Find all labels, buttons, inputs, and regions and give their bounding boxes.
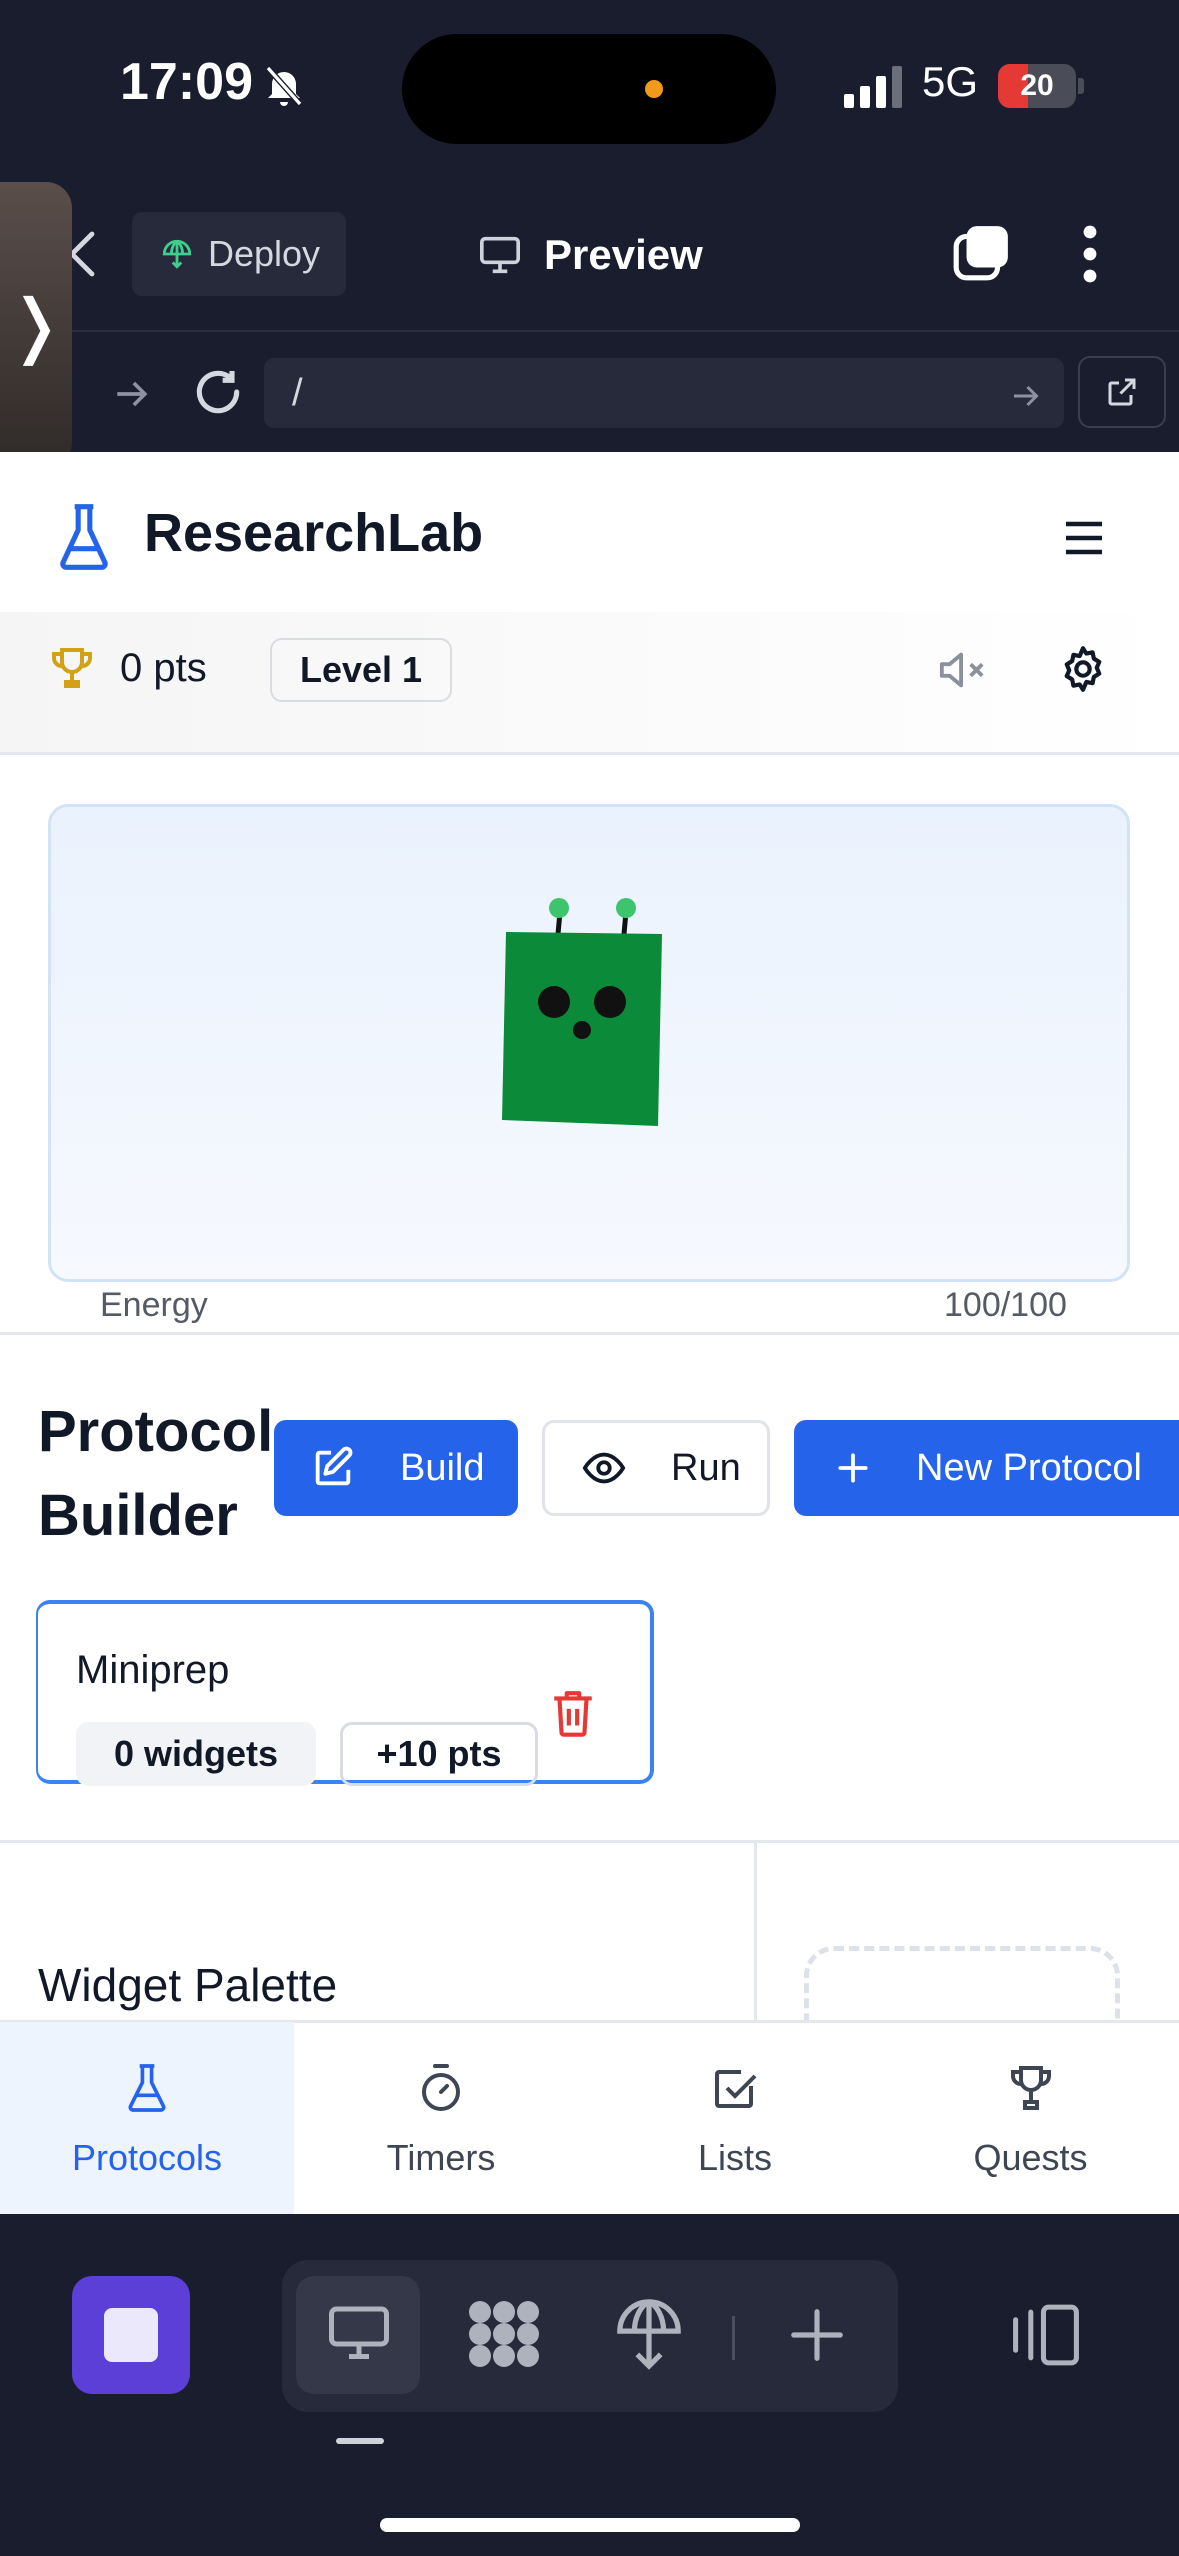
- level-badge: Level 1: [270, 638, 452, 702]
- build-button[interactable]: Build: [274, 1420, 518, 1516]
- energy-divider: [0, 1332, 1179, 1335]
- run-button[interactable]: Run: [542, 1420, 770, 1516]
- cellular-signal-icon: [844, 66, 902, 108]
- stopwatch-icon: [422, 2064, 460, 2111]
- go-arrow-icon[interactable]: [1008, 378, 1044, 414]
- nav-timers-label: Timers: [386, 2137, 496, 2178]
- trophy-icon: [1010, 2066, 1051, 2110]
- volume-muted-icon[interactable]: [938, 648, 988, 692]
- new-protocol-button[interactable]: New Protocol: [794, 1420, 1179, 1516]
- flask-logo-icon: [60, 504, 108, 570]
- battery-percent: 20: [1020, 69, 1054, 102]
- dynamic-island: [402, 34, 776, 144]
- desktop-preview-icon: [329, 2306, 389, 2359]
- nav-lists[interactable]: Lists: [588, 2022, 882, 2214]
- nav-quests[interactable]: Quests: [882, 2022, 1179, 2214]
- reward-badge: +10 pts: [340, 1722, 538, 1786]
- app-viewport: ResearchLab 0 pts Level 1 Energy 100/100…: [0, 452, 1179, 2214]
- build-label: Build: [400, 1446, 485, 1489]
- widget-palette-title: Widget Palette: [38, 1959, 338, 2011]
- side-panel-handle[interactable]: ❭: [0, 182, 72, 468]
- more-vertical-icon[interactable]: [1070, 222, 1110, 286]
- energy-label: Energy: [100, 1286, 208, 1324]
- split-view-icon[interactable]: [1008, 2302, 1084, 2368]
- new-protocol-label: New Protocol: [916, 1446, 1142, 1489]
- deploy-button[interactable]: Deploy: [132, 212, 346, 296]
- trash-icon[interactable]: [550, 1688, 596, 1738]
- stop-icon: [104, 2308, 158, 2362]
- eye-icon: [582, 1452, 626, 1484]
- side-tab-chevron: ❭: [6, 286, 66, 364]
- home-indicator[interactable]: [380, 2518, 800, 2532]
- settings-gear-icon[interactable]: [1058, 644, 1108, 694]
- header-divider: [0, 752, 1179, 755]
- energy-value: 100/100: [944, 1286, 1067, 1324]
- deploy-globe-icon: [162, 239, 192, 269]
- tool-divider: [732, 2316, 735, 2360]
- deploy-tool-icon[interactable]: [614, 2296, 684, 2372]
- reload-icon[interactable]: [190, 364, 246, 420]
- nav-quests-label: Quests: [973, 2137, 1088, 2178]
- open-external-button[interactable]: [1078, 356, 1166, 428]
- palette-column-divider: [754, 1842, 757, 2042]
- monitor-icon: [480, 236, 520, 274]
- edit-icon: [315, 1446, 353, 1486]
- lab-creature[interactable]: [490, 894, 670, 1144]
- apps-grid-icon[interactable]: [466, 2298, 542, 2370]
- active-tool-indicator: [336, 2438, 384, 2444]
- nav-protocols-label: Protocols: [71, 2137, 223, 2178]
- nav-protocols[interactable]: Protocols: [0, 2022, 294, 2214]
- status-time: 17:09: [120, 53, 253, 111]
- protocol-builder-title: Protocol Builder: [38, 1399, 274, 1548]
- nav-lists-label: Lists: [697, 2137, 773, 2178]
- external-link-icon: [1108, 378, 1136, 406]
- widget-count-badge: 0 widgets: [76, 1722, 316, 1786]
- preview-tab[interactable]: Preview: [478, 222, 703, 288]
- points-display: 0 pts: [120, 646, 207, 690]
- checkbox-icon: [715, 2070, 757, 2108]
- hamburger-menu-icon[interactable]: [1064, 520, 1104, 556]
- plus-icon: [838, 1453, 868, 1483]
- protocol-name: Miniprep: [76, 1648, 230, 1692]
- run-label: Run: [671, 1446, 741, 1489]
- deploy-label: Deploy: [208, 233, 321, 274]
- network-type: 5G: [922, 58, 979, 105]
- battery-tip: [1078, 78, 1084, 94]
- flask-icon: [128, 2064, 166, 2112]
- url-input[interactable]: /: [264, 358, 1064, 428]
- trophy-points-icon: [52, 648, 92, 688]
- preview-label: Preview: [544, 231, 703, 278]
- forward-arrow-icon[interactable]: [110, 372, 154, 416]
- bell-muted-icon: [265, 66, 303, 106]
- app-brand: ResearchLab: [144, 503, 484, 563]
- nav-timers[interactable]: Timers: [294, 2022, 588, 2214]
- section-divider: [0, 1840, 1179, 1843]
- add-tool-icon[interactable]: [786, 2304, 848, 2366]
- privacy-dot: [645, 80, 663, 98]
- tabs-switcher-icon[interactable]: [950, 222, 1012, 284]
